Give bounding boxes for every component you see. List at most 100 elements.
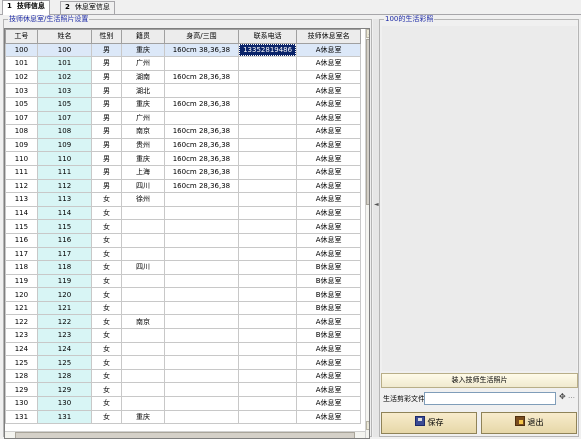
table-row[interactable]: 113 113 女徐州 A休息室: [5, 192, 361, 207]
cell-origin[interactable]: [120, 287, 166, 302]
cell-id[interactable]: 103: [5, 83, 38, 98]
cell-id[interactable]: 107: [5, 110, 38, 126]
cell-origin[interactable]: 广州: [120, 56, 166, 71]
table-row[interactable]: 108 108 男南京 160cm 28,36,38 A休息室: [5, 124, 361, 139]
column-header[interactable]: 籍贯: [120, 29, 166, 44]
cell-gender[interactable]: 女: [91, 192, 122, 207]
table-row[interactable]: 118 118 女四川 B休息室: [5, 260, 361, 275]
cell-body[interactable]: [164, 287, 239, 302]
table-row[interactable]: 111 111 男上海 160cm 28,36,38 A休息室: [5, 164, 361, 180]
cell-body[interactable]: [164, 328, 239, 343]
cell-body[interactable]: [164, 355, 239, 370]
table-row[interactable]: 105 105 男重庆 160cm 28,36,38 A休息室: [5, 96, 361, 112]
cell-gender[interactable]: 男: [91, 164, 122, 180]
cell-room[interactable]: A休息室: [296, 151, 361, 166]
cell-body[interactable]: 160cm 28,36,38: [164, 164, 239, 180]
cell-body[interactable]: 160cm 28,36,38: [164, 137, 239, 153]
cell-name[interactable]: 108: [36, 124, 93, 139]
cell-phone[interactable]: [237, 260, 298, 275]
cell-phone[interactable]: 13352819486: [237, 42, 298, 58]
cell-phone[interactable]: [237, 328, 298, 343]
cell-name[interactable]: 125: [36, 355, 93, 370]
cell-room[interactable]: A休息室: [296, 368, 361, 384]
cell-gender[interactable]: 女: [91, 273, 122, 289]
save-button[interactable]: 保存: [381, 412, 477, 434]
cell-body[interactable]: [164, 382, 239, 398]
table-row[interactable]: 119 119 女 B休息室: [5, 273, 361, 289]
cell-phone[interactable]: [237, 164, 298, 180]
cell-room[interactable]: A休息室: [296, 178, 361, 194]
table-row[interactable]: 114 114 女 A休息室: [5, 205, 361, 221]
cell-name[interactable]: 119: [36, 273, 93, 289]
cell-phone[interactable]: [237, 246, 298, 262]
cell-origin[interactable]: 四川: [120, 178, 166, 194]
cell-room[interactable]: A休息室: [296, 205, 361, 221]
scroll-down-icon[interactable]: ▼: [366, 421, 369, 430]
cell-room[interactable]: B休息室: [296, 300, 361, 316]
cell-phone[interactable]: [237, 151, 298, 166]
cell-id[interactable]: 115: [5, 219, 38, 234]
cell-room[interactable]: A休息室: [296, 409, 361, 425]
cell-gender[interactable]: 女: [91, 287, 122, 302]
cell-name[interactable]: 110: [36, 151, 93, 166]
table-row[interactable]: 109 109 男贵州 160cm 28,36,38 A休息室: [5, 137, 361, 153]
cell-phone[interactable]: [237, 205, 298, 221]
cell-id[interactable]: 105: [5, 96, 38, 112]
table-row[interactable]: 116 116 女 A休息室: [5, 232, 361, 248]
cell-phone[interactable]: [237, 355, 298, 370]
cell-origin[interactable]: 重庆: [120, 42, 166, 58]
cell-phone[interactable]: [237, 287, 298, 302]
table-row[interactable]: 115 115 女 A休息室: [5, 219, 361, 234]
cell-name[interactable]: 116: [36, 232, 93, 248]
cell-origin[interactable]: 南京: [120, 314, 166, 330]
cell-gender[interactable]: 女: [91, 328, 122, 343]
cell-name[interactable]: 117: [36, 246, 93, 262]
cell-origin[interactable]: [120, 328, 166, 343]
cell-phone[interactable]: [237, 124, 298, 139]
cell-id[interactable]: 116: [5, 232, 38, 248]
table-row[interactable]: 124 124 女 A休息室: [5, 341, 361, 357]
exit-button[interactable]: 退出: [481, 412, 577, 434]
cell-gender[interactable]: 女: [91, 314, 122, 330]
cell-name[interactable]: 105: [36, 96, 93, 112]
cell-origin[interactable]: 广州: [120, 110, 166, 126]
cell-origin[interactable]: 重庆: [120, 409, 166, 425]
table-row[interactable]: 123 123 女 B休息室: [5, 328, 361, 343]
cell-room[interactable]: A休息室: [296, 164, 361, 180]
cell-gender[interactable]: 女: [91, 396, 122, 411]
column-header[interactable]: 身高/三围: [164, 29, 239, 44]
cell-name[interactable]: 118: [36, 260, 93, 275]
cell-room[interactable]: A休息室: [296, 56, 361, 71]
cell-phone[interactable]: [237, 409, 298, 425]
cell-id[interactable]: 119: [5, 273, 38, 289]
table-row[interactable]: 112 112 男四川 160cm 28,36,38 A休息室: [5, 178, 361, 194]
cell-body[interactable]: [164, 110, 239, 126]
file-path-input[interactable]: [424, 392, 556, 405]
cell-gender[interactable]: 女: [91, 260, 122, 275]
cell-phone[interactable]: [237, 192, 298, 207]
cell-id[interactable]: 112: [5, 178, 38, 194]
cell-body[interactable]: [164, 219, 239, 234]
cell-room[interactable]: A休息室: [296, 396, 361, 411]
cell-body[interactable]: [164, 246, 239, 262]
cell-name[interactable]: 112: [36, 178, 93, 194]
table-row[interactable]: 100 100 男重庆 160cm 38,36,38 13352819486 A休息室: [5, 42, 361, 58]
cell-id[interactable]: 101: [5, 56, 38, 71]
cell-phone[interactable]: [237, 56, 298, 71]
cell-id[interactable]: 100: [5, 42, 38, 58]
cell-gender[interactable]: 女: [91, 368, 122, 384]
cell-body[interactable]: 160cm 28,36,38: [164, 69, 239, 85]
horizontal-scroll-thumb[interactable]: [15, 432, 355, 438]
cell-room[interactable]: A休息室: [296, 192, 361, 207]
collapse-arrow-icon[interactable]: ◄: [374, 201, 379, 208]
cell-origin[interactable]: [120, 219, 166, 234]
cell-phone[interactable]: [237, 96, 298, 112]
cell-room[interactable]: A休息室: [296, 382, 361, 398]
cell-room[interactable]: A休息室: [296, 246, 361, 262]
cell-origin[interactable]: [120, 396, 166, 411]
cell-id[interactable]: 122: [5, 314, 38, 330]
cell-name[interactable]: 100: [36, 42, 93, 58]
table-row[interactable]: 101 101 男广州 A休息室: [5, 56, 361, 71]
table-row[interactable]: 130 130 女 A休息室: [5, 396, 361, 411]
cell-phone[interactable]: [237, 69, 298, 85]
